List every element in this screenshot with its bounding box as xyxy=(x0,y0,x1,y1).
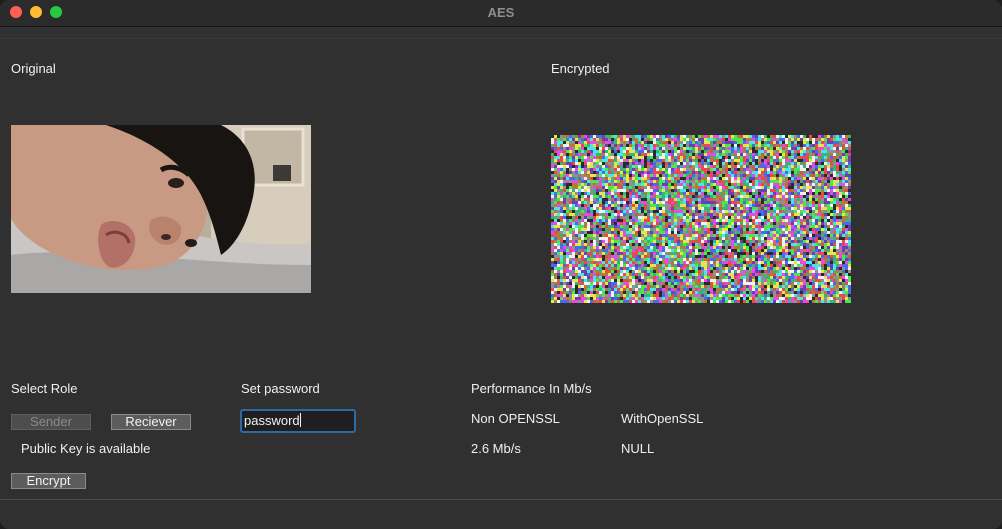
original-label: Original xyxy=(11,61,56,76)
encrypt-button[interactable]: Encrypt xyxy=(11,473,86,489)
encrypted-label: Encrypted xyxy=(551,61,610,76)
status-divider xyxy=(0,499,1002,500)
password-input-value: password xyxy=(244,413,300,428)
sender-button[interactable]: Sender xyxy=(11,414,91,430)
receiver-button[interactable]: Reciever xyxy=(111,414,191,430)
main-content: Original Encrypted Select Role Sender Re… xyxy=(0,27,1002,529)
original-image xyxy=(11,125,311,293)
encrypted-image xyxy=(551,135,851,303)
with-openssl-value: NULL xyxy=(621,441,655,456)
set-password-heading: Set password xyxy=(241,381,320,396)
password-input[interactable]: password xyxy=(240,409,356,433)
with-openssl-header: WithOpenSSL xyxy=(621,411,704,426)
title-bar[interactable]: AES xyxy=(0,0,1002,27)
non-openssl-value: 2.6 Mb/s xyxy=(471,441,521,456)
text-caret xyxy=(299,413,301,427)
select-role-heading: Select Role xyxy=(11,381,78,396)
public-key-status: Public Key is available xyxy=(21,441,151,456)
app-window: AES Original Encrypted Select Role Sende… xyxy=(0,0,1002,529)
window-title: AES xyxy=(487,5,515,20)
performance-heading: Performance In Mb/s xyxy=(471,381,592,396)
non-openssl-header: Non OPENSSL xyxy=(471,411,560,426)
divider xyxy=(0,38,1002,39)
